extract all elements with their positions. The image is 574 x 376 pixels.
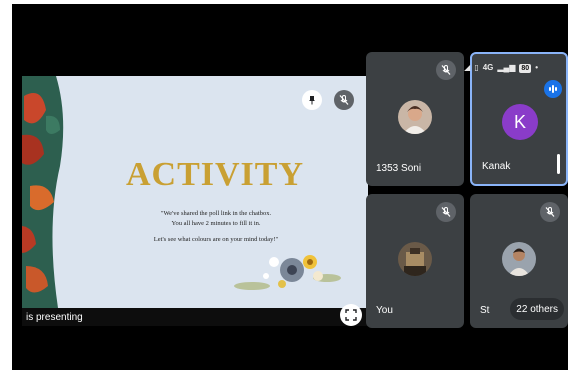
others-count-button[interactable]: 22 others [510,298,564,320]
mic-off-indicator [436,60,456,80]
meeting-screen: ◢ ▯ 4G ▂▄▆ 80 • ACTIVITY "We've shared t… [12,4,568,370]
presentation-slide: ACTIVITY "We've shared the poll link in … [22,76,368,308]
mic-off-indicator [540,202,560,222]
slide-text-line-2: You all have 2 minutes to fill it in. [171,220,261,227]
autumn-leaves-image [22,76,64,308]
fullscreen-icon [345,309,357,321]
participant-name: Kanak [482,161,511,172]
signal-text: 4G [482,63,494,72]
presenting-label: is presenting [26,312,83,323]
status-dot: • [535,63,538,72]
presentation-tile[interactable]: ACTIVITY "We've shared the poll link in … [22,76,368,326]
avatar [398,100,432,134]
speaking-indicator-icon [544,80,562,98]
participant-name: 1353 Soni [376,163,422,174]
flower-decoration-image [234,255,341,290]
avatar [398,242,432,276]
participant-name: St [480,305,490,316]
avatar: K [502,104,538,140]
battery-icon: 80 [519,63,532,73]
slide-text-line-3: Let's see what colours are on your mind … [153,236,279,243]
presenter-mic-off-button[interactable] [334,90,354,110]
mic-off-icon [339,95,349,105]
mic-off-icon [441,207,451,217]
nfc-icon: ◢ [464,63,471,72]
participant-tile-others[interactable]: St 22 others [470,194,568,328]
participant-tile-soni[interactable]: 1353 Soni [366,52,464,186]
slide-title: ACTIVITY [125,156,305,193]
pin-icon [309,96,315,105]
signal-icon: ▂▄▆ [497,63,516,72]
vibrate-icon: ▯ [474,63,479,72]
status-bar: ◢ ▯ 4G ▂▄▆ 80 • [464,62,538,74]
mic-off-icon [441,65,451,75]
mic-off-icon [545,207,555,217]
avatar [502,242,536,276]
mic-off-indicator [436,202,456,222]
participant-tile-you[interactable]: You [366,194,464,328]
fullscreen-button[interactable] [340,304,362,326]
pin-button[interactable] [302,90,322,110]
slide-text-line-1: "We've shared the poll link in the chatb… [160,210,272,217]
scrollbar-thumb[interactable] [557,154,560,174]
participant-name: You [376,305,393,316]
